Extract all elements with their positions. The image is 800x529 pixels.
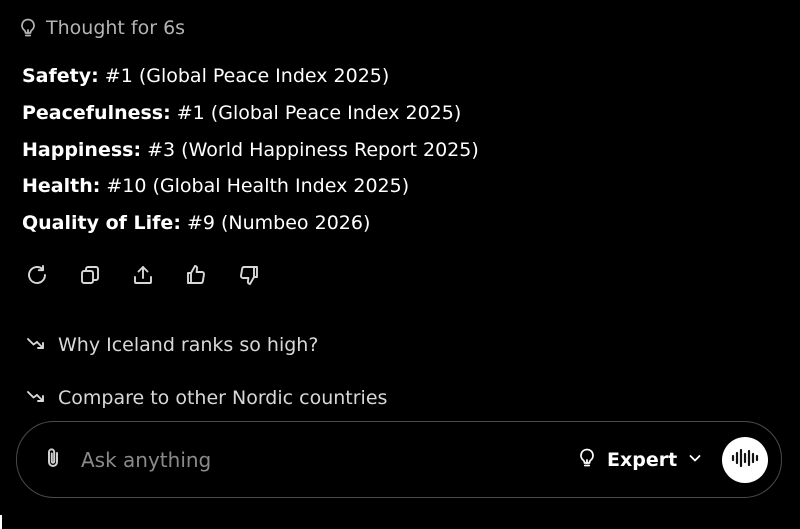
thumbs-up-button[interactable]	[181, 262, 211, 292]
lightbulb-icon	[577, 447, 597, 474]
lightbulb-icon	[18, 17, 38, 39]
answer-item-safety: Safety: #1 (Global Peace Index 2025)	[22, 58, 782, 95]
share-button[interactable]	[128, 262, 158, 292]
answer-item-happiness: Happiness: #3 (World Happiness Report 20…	[22, 132, 782, 169]
answer-item-key: Health:	[22, 175, 101, 198]
window-edge-marker	[0, 515, 2, 529]
suggestion-why-iceland[interactable]: Why Iceland ranks so high?	[24, 330, 318, 360]
mode-label: Expert	[607, 449, 678, 471]
share-icon	[131, 263, 155, 291]
chevron-down-icon	[687, 449, 703, 471]
regenerate-icon	[25, 263, 49, 291]
answer-item-value: #9 (Numbeo 2026)	[180, 212, 371, 235]
answer-item-value: #1 (Global Peace Index 2025)	[170, 101, 462, 124]
follow-up-arrow-icon	[24, 334, 46, 356]
mode-selector[interactable]: Expert	[577, 444, 703, 476]
thumbs-down-icon	[237, 263, 261, 291]
composer: Expert	[16, 421, 782, 498]
answer-item-health: Health: #10 (Global Health Index 2025)	[22, 168, 782, 205]
suggestion-compare-nordic[interactable]: Compare to other Nordic countries	[24, 383, 387, 413]
answer-item-key: Safety:	[22, 65, 99, 87]
copy-icon	[78, 263, 102, 291]
thumbs-down-button[interactable]	[234, 262, 264, 292]
suggestion-label: Compare to other Nordic countries	[58, 387, 388, 409]
suggestion-label: Why Iceland ranks so high?	[58, 334, 319, 356]
answer-item-value: #1 (Global Peace Index 2025)	[98, 65, 390, 87]
answer-item-value: #3 (World Happiness Report 2025)	[141, 138, 479, 161]
answer-item-key: Peacefulness:	[22, 101, 171, 124]
answer-list: Safety: #1 (Global Peace Index 2025) Pea…	[22, 58, 782, 242]
prompt-input[interactable]	[81, 442, 551, 478]
thought-label: Thought for 6s	[46, 17, 186, 39]
answer-item-key: Happiness:	[22, 138, 142, 161]
thumbs-up-icon	[184, 263, 208, 291]
answer-item-peacefulness: Peacefulness: #1 (Global Peace Index 202…	[22, 95, 782, 132]
regenerate-button[interactable]	[22, 262, 52, 292]
answer-item-value: #10 (Global Health Index 2025)	[100, 175, 410, 198]
answer-item-quality-of-life: Quality of Life: #9 (Numbeo 2026)	[22, 205, 782, 242]
follow-up-arrow-icon	[24, 387, 46, 409]
thought-status[interactable]: Thought for 6s	[18, 14, 185, 42]
voice-mode-button[interactable]	[722, 437, 768, 483]
attach-button[interactable]	[40, 447, 66, 473]
copy-button[interactable]	[75, 262, 105, 292]
voice-waveform-icon	[730, 447, 760, 473]
response-actions	[22, 262, 287, 292]
paperclip-icon	[42, 446, 64, 474]
answer-item-key: Quality of Life:	[22, 212, 181, 235]
